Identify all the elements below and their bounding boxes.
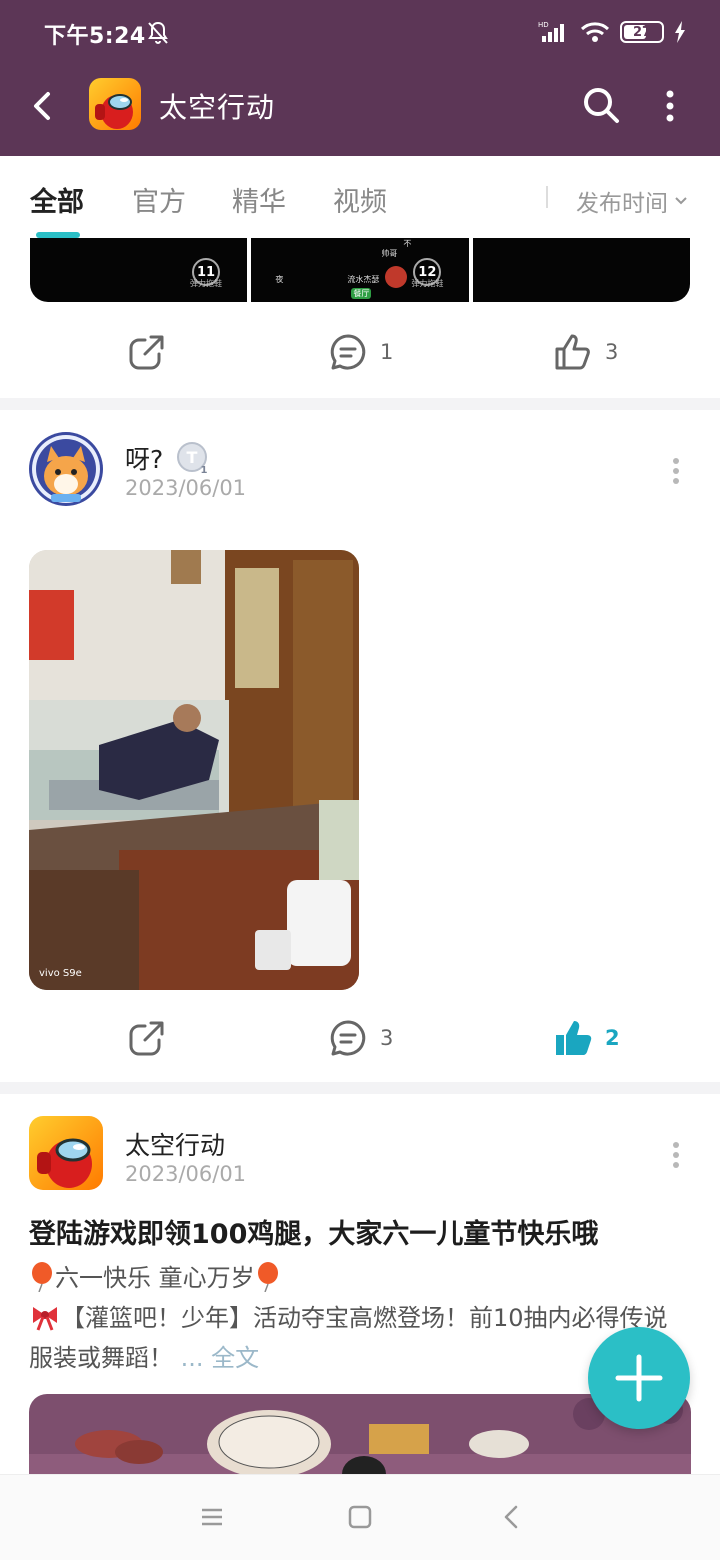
share-button[interactable] [127,332,167,372]
post-excerpt-line: 服装或舞蹈！ ... 全文 [29,1338,259,1378]
character-sprite [385,266,408,288]
post-more-icon[interactable] [668,458,684,488]
post-excerpt-line: 【灌篮吧！少年】活动夺宝高燃登场！前10抽内必得传说 [29,1298,668,1338]
video-thumbnail[interactable]: 夜 流水杰瑟 餐厅 帅哥 不 12 弹力拖鞋 [251,238,469,302]
comment-icon [330,1020,366,1056]
post-photo[interactable]: vivo S9e [29,550,359,990]
thumbs-up-filled-icon [556,1021,592,1055]
post-line-1: 六一快乐 童心万岁 [55,1264,255,1292]
read-more-link[interactable]: ... 全文 [181,1344,260,1372]
thumb-caption: 弹力拖鞋 [190,279,222,288]
avatar[interactable] [29,432,103,506]
thumbs-up-icon [555,334,590,370]
charging-icon [675,21,685,43]
create-post-button[interactable] [588,1327,690,1429]
like-button[interactable]: 2 [553,1018,620,1058]
comment-count: 3 [380,1026,394,1050]
plus-icon [615,1354,663,1402]
thumb-scene-label: 帅哥 [381,249,398,258]
post-more-icon[interactable] [668,1142,684,1172]
post-card: 呀? T 1 2023/06/01 vivo S9e 3 2 [0,410,720,1082]
thumb-caption: 弹力拖鞋 [411,279,444,288]
like-button[interactable]: 3 [553,332,618,372]
balloon-icon [257,1262,278,1293]
tab-official[interactable]: 官方 [132,180,186,219]
post-date: 2023/06/01 [125,1162,247,1186]
bell-muted-icon [148,21,168,44]
signal-icon: HD [538,21,564,42]
comment-button[interactable]: 3 [328,1018,393,1058]
filter-tabs: 全部 官方 精华 视频 发布时间 [0,156,720,238]
system-nav-bar [0,1474,720,1560]
thumb-scene-label: 夜 [275,275,284,284]
post-line-2: 【灌篮吧！少年】活动夺宝高燃登场！前10抽内必得传说 [61,1304,668,1332]
tab-video[interactable]: 视频 [333,180,387,219]
post-author[interactable]: 呀? [125,440,163,476]
thumb-scene-label: 餐厅 [351,288,372,299]
sort-label: 发布时间 [576,191,668,217]
comment-button[interactable]: 1 [328,332,393,372]
post-actions: 1 3 [0,320,720,380]
more-options-icon[interactable] [656,86,684,126]
share-icon [129,1021,164,1056]
video-thumbnail[interactable] [472,238,690,302]
level-badge-number: 1 [201,465,208,474]
share-button[interactable] [127,1018,167,1058]
game-logo [89,78,141,130]
page-title: 太空行动 [159,91,276,124]
tab-all[interactable]: 全部 [30,180,84,219]
level-badge-icon: T 1 [177,442,209,476]
status-time: 下午5:24 [44,24,146,49]
photo-watermark: vivo S9e [39,968,82,979]
tabs-divider [546,186,548,208]
comment-count: 1 [380,340,394,364]
thumb-scene-label: 不 [403,239,412,248]
post-author[interactable]: 太空行动 [125,1126,225,1162]
battery-level: 27 [632,24,652,40]
home-icon[interactable] [346,1503,374,1531]
video-thumbnail[interactable]: 11 弹力拖鞋 [30,238,248,302]
comment-icon [330,334,366,370]
thumb-scene-label: 流水杰瑟 [347,275,380,284]
menu-icon[interactable] [198,1503,226,1531]
svg-text:HD: HD [538,21,549,29]
ribbon-icon [33,1307,57,1331]
status-icons: HD 27 [538,20,686,44]
like-count: 2 [605,1026,620,1050]
post-excerpt-line: 六一快乐 童心万岁 [29,1258,281,1298]
post-line-3: 服装或舞蹈！ [29,1344,173,1372]
post-actions: 3 2 [0,1006,720,1066]
screen: 下午5:24 HD 27 太空行动 全部 官方 精华 视频 发布时间 11 弹力… [0,0,720,1560]
wifi-icon [580,22,610,42]
post-date: 2023/06/01 [125,476,247,500]
like-count: 3 [605,340,619,364]
tab-featured[interactable]: 精华 [232,180,286,219]
app-bar: 太空行动 [0,66,720,156]
status-bar: 下午5:24 HD 27 [0,0,720,66]
video-thumbnails: 11 弹力拖鞋 夜 流水杰瑟 餐厅 帅哥 不 12 弹力拖鞋 [30,238,690,302]
post-card: 11 弹力拖鞋 夜 流水杰瑟 餐厅 帅哥 不 12 弹力拖鞋 1 3 [0,238,720,398]
chevron-down-icon [675,197,687,205]
battery-icon: 27 [620,21,664,43]
back-arrow-icon[interactable] [24,86,64,126]
share-icon [129,335,164,370]
level-badge-letter: T [187,448,198,467]
avatar[interactable] [29,1116,103,1190]
balloon-icon [32,1262,52,1293]
post-title[interactable]: 登陆游戏即领100鸡腿，大家六一儿童节快乐哦 [29,1212,598,1251]
sort-dropdown[interactable]: 发布时间 [576,184,688,218]
search-icon[interactable] [582,86,620,124]
back-icon[interactable] [498,1503,526,1531]
